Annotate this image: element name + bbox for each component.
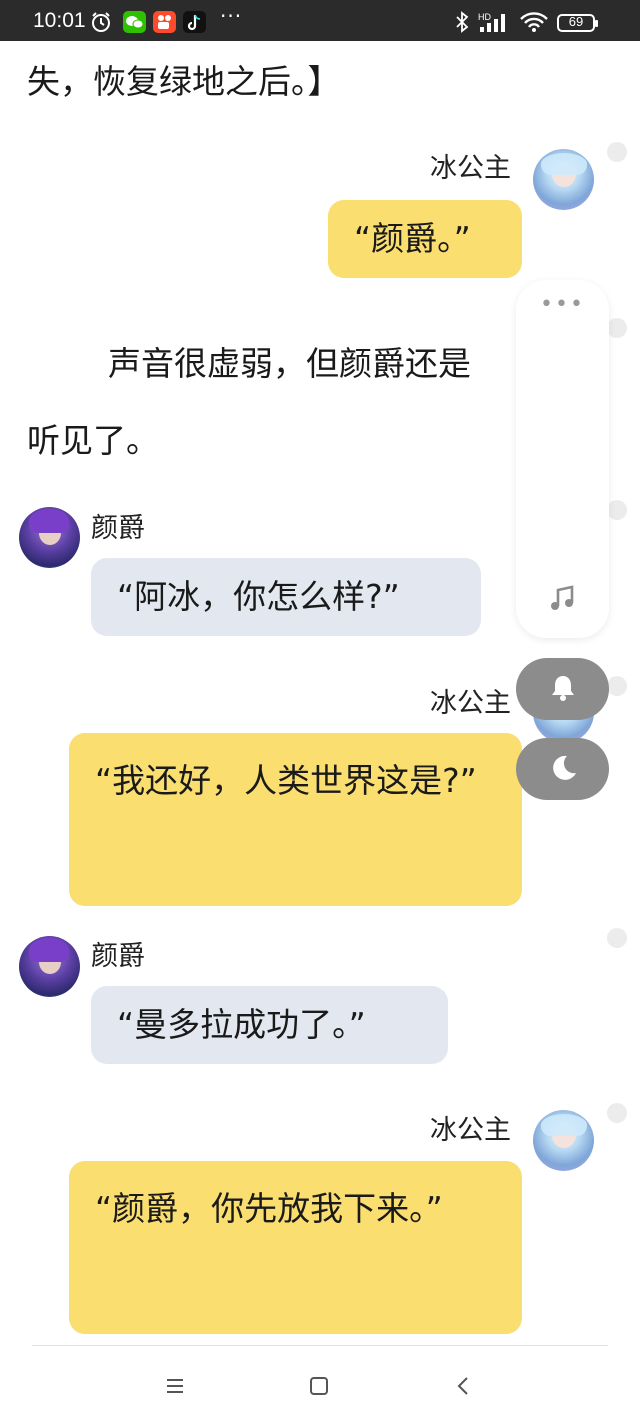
notification-button[interactable] [516,658,609,720]
avatar [19,507,80,568]
hd-signal-icon: HD [478,12,505,32]
chat-bubble: “我还好，人类世界这是?” [69,733,522,906]
comment-dot[interactable] [607,318,627,338]
music-icon[interactable] [548,584,578,614]
chat-bubble: “颜爵。” [328,200,522,278]
wifi-icon [520,12,548,32]
comment-dot[interactable] [607,142,627,162]
avatar [533,149,594,210]
home-icon[interactable] [307,1374,331,1398]
network-label: HD [478,12,491,22]
paragraph-text: 声音很虚弱，但颜爵还是 [108,344,471,383]
bluetooth-icon [456,11,469,33]
chat-bubble: “曼多拉成功了。” [91,986,448,1064]
speaker-name: 冰公主 [430,1115,511,1146]
wechat-icon [123,11,146,33]
moon-icon [553,755,576,780]
avatar [19,936,80,997]
back-icon[interactable] [452,1374,476,1398]
system-nav-bar [0,1346,640,1422]
status-bar: 10:01 ··· HD 69 [0,0,640,41]
menu-icon[interactable] [163,1374,187,1398]
chat-bubble: “阿冰，你怎么样?” [91,558,481,636]
bell-icon [552,676,574,701]
paragraph-text: 失，恢复绿地之后。】 [27,62,341,101]
avatar [533,1110,594,1171]
status-time: 10:01 [33,9,86,32]
comment-dot[interactable] [607,928,627,948]
tiktok-icon [183,11,206,33]
speaker-name: 颜爵 [91,941,145,972]
comment-dot[interactable] [607,676,627,696]
speaker-name: 颜爵 [91,513,145,544]
more-icon: ··· [220,4,243,28]
alarm-icon [92,12,110,32]
speaker-name: 冰公主 [430,153,511,184]
comment-dot[interactable] [607,1103,627,1123]
floating-tool-panel: ••• [516,280,609,638]
night-mode-button[interactable] [516,738,609,800]
kuaishou-icon [153,11,176,33]
chat-bubble: “颜爵，你先放我下来。” [69,1161,522,1334]
speaker-name: 冰公主 [430,688,511,719]
battery-indicator: 69 [557,14,598,32]
battery-level: 69 [568,14,584,29]
comment-dot[interactable] [607,500,627,520]
more-icon[interactable]: ••• [516,292,609,317]
paragraph-text: 听见了。 [27,421,159,460]
